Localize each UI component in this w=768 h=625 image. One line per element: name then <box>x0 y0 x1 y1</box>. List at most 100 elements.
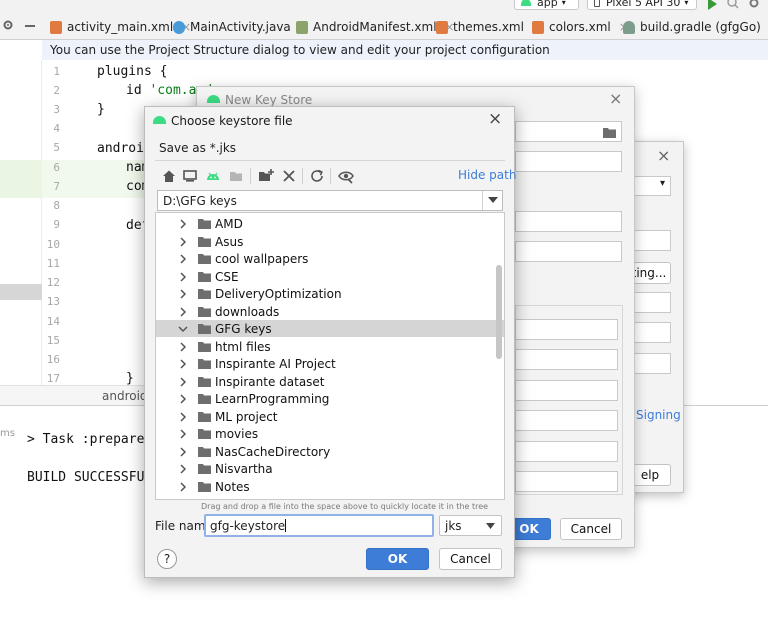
tree-folder-item[interactable]: Inspirante dataset <box>156 373 496 390</box>
key-alias-field[interactable] <box>629 322 671 343</box>
tree-folder-item[interactable]: downloads <box>156 303 496 320</box>
chevron-right-icon[interactable] <box>178 446 188 457</box>
chevron-right-icon[interactable] <box>178 411 188 422</box>
chevron-right-icon[interactable] <box>178 253 188 264</box>
tree-folder-item[interactable]: AMD <box>156 215 496 232</box>
folder-icon[interactable] <box>603 127 616 138</box>
key-password-field[interactable] <box>629 353 671 374</box>
android-project-icon[interactable] <box>205 168 221 184</box>
validity-field[interactable] <box>515 319 618 340</box>
chevron-right-icon[interactable] <box>178 236 188 247</box>
folder-tree[interactable]: AMD Asus cool wallpapers CSE DeliveryOpt… <box>155 212 505 500</box>
tree-folder-item[interactable]: Asus <box>156 233 496 250</box>
tree-folder-item[interactable]: Inspirante AI Project <box>156 355 496 372</box>
close-icon[interactable]: × <box>609 89 622 108</box>
tab-main-activity[interactable]: MainActivity.java × <box>173 17 309 37</box>
tree-folder-item[interactable]: DeliveryOptimization <box>156 285 496 302</box>
module-dropdown[interactable]: ▾ <box>629 176 671 196</box>
city-field[interactable] <box>515 441 618 462</box>
new-folder-icon[interactable] <box>258 168 274 184</box>
xml-file-icon <box>436 20 448 34</box>
ok-button[interactable]: OK <box>366 548 429 570</box>
dialog-title: Choose keystore file <box>171 114 293 128</box>
tree-folder-item-selected[interactable]: GFG keys <box>156 320 504 337</box>
signing-link[interactable]: Signing <box>636 408 681 422</box>
chevron-right-icon[interactable] <box>178 481 188 492</box>
delete-icon[interactable] <box>281 168 297 184</box>
first-last-name-field[interactable] <box>515 349 618 370</box>
chevron-down-icon[interactable] <box>178 324 188 334</box>
tree-folder-item[interactable]: ML project <box>156 408 496 425</box>
line-number: 12 <box>46 276 60 289</box>
organization-field[interactable] <box>515 410 618 431</box>
tab-build-gradle[interactable]: build.gradle (gfgGo) × <box>623 17 768 37</box>
chevron-right-icon[interactable] <box>178 376 188 387</box>
home-icon[interactable] <box>161 168 177 184</box>
keystore-password-field[interactable] <box>629 292 671 313</box>
tree-folder-item[interactable]: NasCacheDirectory <box>156 443 496 460</box>
chevron-right-icon[interactable] <box>178 358 188 369</box>
chevron-right-icon[interactable] <box>178 341 188 352</box>
org-unit-field[interactable] <box>515 380 618 401</box>
tree-folder-item[interactable]: CSE <box>156 268 496 285</box>
hide-path-link[interactable]: Hide path <box>458 168 516 182</box>
refresh-icon[interactable] <box>309 168 325 184</box>
code-line[interactable]: } <box>126 371 134 386</box>
tab-label: MainActivity.java <box>190 20 291 34</box>
key-store-path-field[interactable] <box>515 121 622 142</box>
run-config-selector[interactable]: app ▾ <box>514 0 579 10</box>
chevron-right-icon[interactable] <box>178 428 188 439</box>
android-icon <box>521 0 531 6</box>
android-icon <box>207 95 220 103</box>
desktop-icon[interactable] <box>182 168 198 184</box>
tree-folder-item[interactable]: movies <box>156 425 496 442</box>
minimize-icon[interactable] <box>25 25 35 27</box>
alias-password-field[interactable] <box>515 241 622 262</box>
module-icon[interactable] <box>228 168 244 184</box>
gear-icon[interactable] <box>748 0 760 9</box>
run-icon[interactable] <box>706 0 718 10</box>
chevron-right-icon[interactable] <box>178 218 188 229</box>
tree-folder-item[interactable]: cool wallpapers <box>156 250 496 267</box>
help-button[interactable]: elp <box>629 464 671 486</box>
chevron-right-icon[interactable] <box>178 393 188 404</box>
tab-colors[interactable]: colors.xml × <box>532 17 629 37</box>
help-button[interactable]: ? <box>157 549 177 569</box>
password-field[interactable] <box>515 151 622 172</box>
device-selector[interactable]: Pixel 5 API 30 ▾ <box>587 0 697 10</box>
folder-icon <box>198 429 211 439</box>
chevron-right-icon[interactable] <box>178 288 188 299</box>
chevron-right-icon[interactable] <box>178 463 188 474</box>
folder-label: NasCacheDirectory <box>215 444 331 459</box>
code-line[interactable]: plugins { <box>97 64 167 79</box>
extension-dropdown[interactable]: jks <box>439 515 502 536</box>
tree-folder-item[interactable]: LearnProgramming <box>156 390 496 407</box>
code-line[interactable]: } <box>97 102 105 117</box>
tree-folder-item[interactable]: Nisvartha <box>156 460 496 477</box>
tree-folder-item[interactable]: html files <box>156 338 496 355</box>
toolbar-divider <box>155 160 505 161</box>
search-icon[interactable] <box>727 0 739 9</box>
folder-label: movies <box>215 426 259 441</box>
alias-field[interactable] <box>515 211 622 232</box>
close-icon[interactable]: × <box>488 109 502 129</box>
cancel-button[interactable]: Cancel <box>439 548 502 570</box>
gear-icon[interactable] <box>2 19 14 31</box>
tree-folder-item[interactable]: Notes <box>156 478 496 495</box>
file-name-input[interactable]: gfg-keystore <box>204 514 434 537</box>
show-hidden-files-icon[interactable] <box>338 168 354 184</box>
keystore-path-field[interactable] <box>629 230 671 251</box>
close-icon[interactable]: × <box>657 146 670 165</box>
tab-android-manifest[interactable]: AndroidManifest.xml × <box>296 17 455 37</box>
tab-themes[interactable]: themes.xml × <box>436 17 542 37</box>
path-field[interactable]: D:\GFG keys <box>157 190 503 211</box>
chevron-right-icon[interactable] <box>178 271 188 282</box>
tab-activity-main[interactable]: activity_main.xml × <box>50 17 191 37</box>
tree-scrollbar-thumb[interactable] <box>496 265 502 359</box>
state-field[interactable] <box>515 471 618 492</box>
folder-label: GFG keys <box>215 321 272 336</box>
folder-icon <box>198 447 211 457</box>
cancel-button[interactable]: Cancel <box>560 518 622 540</box>
chevron-right-icon[interactable] <box>178 306 188 317</box>
path-dropdown-button[interactable] <box>482 191 502 210</box>
